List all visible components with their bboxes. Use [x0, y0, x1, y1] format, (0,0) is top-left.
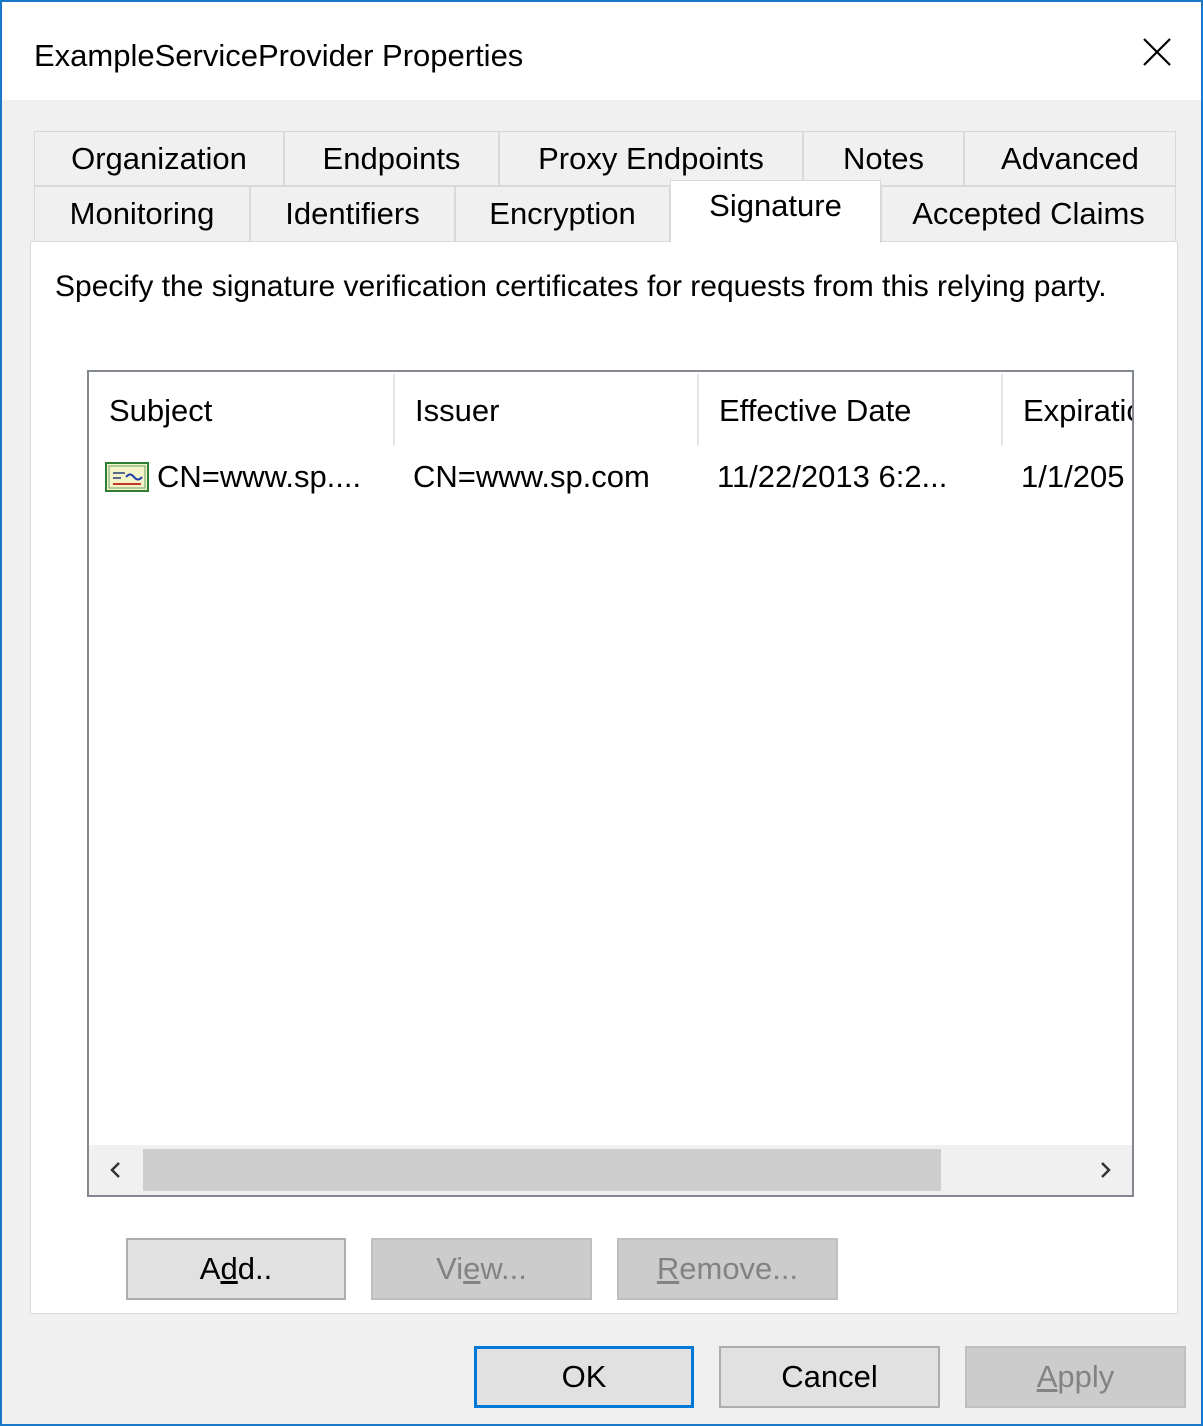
window-title: ExampleServiceProvider Properties [34, 38, 524, 73]
column-header-subject[interactable]: Subject [89, 372, 393, 450]
cancel-button[interactable]: Cancel [719, 1346, 940, 1408]
close-button[interactable] [1127, 22, 1187, 82]
tab-identifiers[interactable]: Identifiers [250, 186, 455, 242]
cell-subject: CN=www.sp.... [157, 459, 362, 494]
add-button[interactable]: Ad d.. [126, 1238, 346, 1300]
scroll-left-button[interactable] [89, 1145, 143, 1195]
tab-advanced[interactable]: Advanced [964, 131, 1176, 186]
title-bar: ExampleServiceProvider Properties [2, 2, 1201, 100]
column-header-effective-date[interactable]: Effective Date [699, 372, 1001, 450]
chevron-right-icon [1101, 1162, 1111, 1178]
tab-organization[interactable]: Organization [34, 131, 284, 186]
remove-button[interactable]: Remove... [617, 1238, 838, 1300]
scroll-thumb[interactable] [143, 1149, 941, 1191]
ok-button[interactable]: OK [474, 1346, 694, 1408]
properties-dialog: ExampleServiceProvider Properties Organi… [0, 0, 1203, 1426]
table-row[interactable]: CN=www.sp.... CN=www.sp.com 11/22/2013 6… [89, 454, 1132, 500]
panel-description: Specify the signature verification certi… [55, 270, 1107, 303]
column-header-expiration[interactable]: Expiratic [1003, 372, 1132, 450]
tab-monitoring[interactable]: Monitoring [34, 186, 250, 242]
tab-signature[interactable]: Signature [670, 180, 881, 243]
apply-button[interactable]: Apply [965, 1346, 1186, 1408]
signature-panel: Specify the signature verification certi… [30, 241, 1178, 1314]
scroll-right-button[interactable] [1078, 1145, 1132, 1195]
cell-issuer: CN=www.sp.com [413, 459, 650, 494]
tab-proxy-endpoints[interactable]: Proxy Endpoints [499, 131, 803, 186]
horizontal-scrollbar[interactable] [89, 1145, 1132, 1195]
chevron-left-icon [110, 1162, 120, 1178]
tab-accepted-claims[interactable]: Accepted Claims [881, 186, 1176, 242]
close-icon [1143, 38, 1171, 66]
certificate-icon [105, 462, 149, 492]
cell-effective-date: 11/22/2013 6:2... [717, 459, 948, 494]
certificate-list[interactable]: Subject Issuer Effective Date Expiratic … [87, 370, 1134, 1197]
column-header-issuer[interactable]: Issuer [395, 372, 697, 450]
tab-endpoints[interactable]: Endpoints [284, 131, 499, 186]
cell-expiration: 1/1/205 [1021, 459, 1125, 494]
tab-notes[interactable]: Notes [803, 131, 964, 186]
tab-encryption[interactable]: Encryption [455, 186, 670, 242]
view-button[interactable]: Vi e w... [371, 1238, 592, 1300]
